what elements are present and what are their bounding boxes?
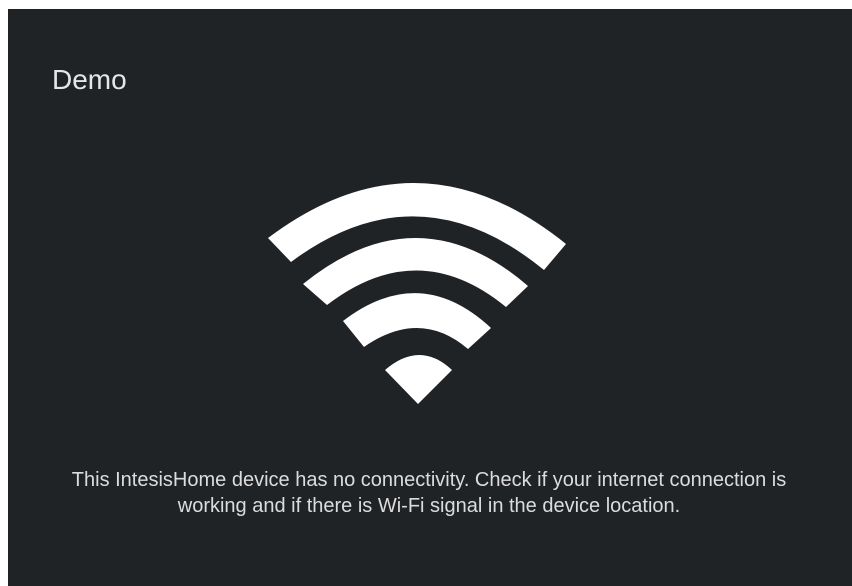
connectivity-message: This IntesisHome device has no connectiv… [71,469,787,517]
wifi-arc-inner [343,293,491,349]
wifi-wedge [385,355,452,404]
